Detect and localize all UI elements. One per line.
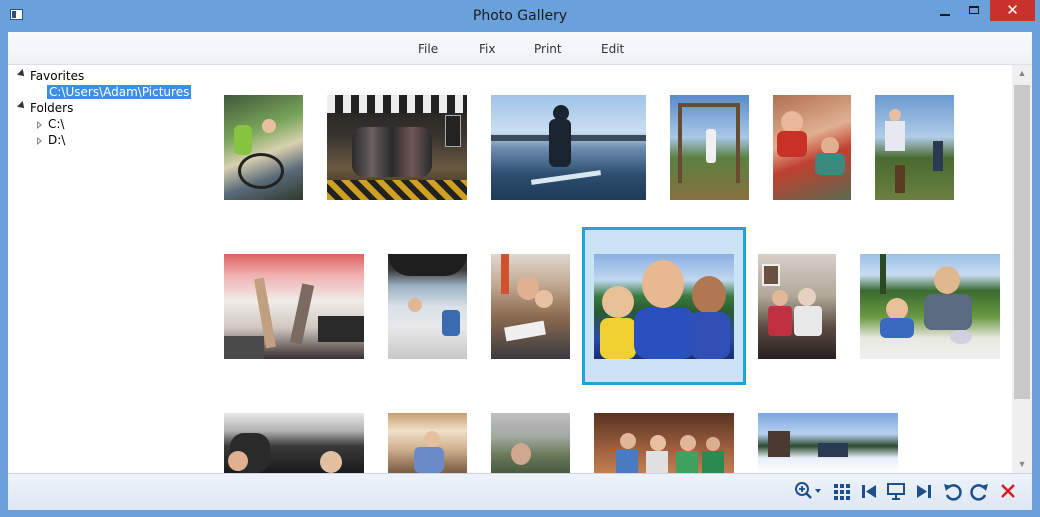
expand-c-drive-icon[interactable] [37, 121, 42, 129]
tree-drive-d[interactable]: D:\ [48, 133, 65, 147]
expand-folders-icon[interactable] [17, 101, 27, 111]
menu-edit[interactable]: Edit [601, 42, 624, 56]
zoom-icon [795, 482, 821, 499]
tree-drive-c[interactable]: C:\ [48, 117, 64, 131]
menu-file[interactable]: File [418, 42, 438, 56]
photo-kids-lined-up[interactable] [594, 413, 734, 473]
photo-man-with-kids-outdoor[interactable] [875, 95, 954, 200]
scroll-thumb[interactable] [1014, 85, 1030, 399]
zoom-button[interactable] [794, 480, 822, 502]
tree-favorite-path: C:\Users\Adam\Pictures [47, 85, 192, 99]
photo-boys-in-car[interactable] [773, 95, 851, 200]
delete-icon [1001, 484, 1015, 498]
rotate-left-icon [944, 484, 962, 501]
menu-print[interactable]: Print [534, 42, 562, 56]
menu-fix[interactable]: Fix [479, 42, 495, 56]
tree-favorite-pictures[interactable]: C:\Users\Adam\Pictures [47, 85, 192, 99]
next-icon [917, 485, 931, 498]
photo-paddleboard-lake[interactable] [491, 95, 646, 200]
main-content: Favorites C:\Users\Adam\Pictures Folders… [8, 65, 1032, 473]
previous-button[interactable] [858, 480, 880, 502]
scroll-up-icon[interactable]: ▲ [1012, 65, 1032, 82]
photo-selfie-boys[interactable] [594, 254, 734, 359]
photo-man-with-child-reading[interactable] [491, 254, 570, 359]
photo-kids-on-bike[interactable] [224, 95, 303, 200]
photo-playground-rings[interactable] [670, 95, 749, 200]
folder-tree: Favorites C:\Users\Adam\Pictures Folders… [8, 65, 208, 473]
menu-bar: File Fix Print Edit [8, 32, 1032, 65]
delete-button[interactable] [997, 480, 1019, 502]
photo-snowy-mountain[interactable] [758, 413, 898, 473]
photo-grid [208, 65, 1012, 473]
next-button[interactable] [913, 480, 935, 502]
slideshow-icon [887, 483, 905, 500]
minimize-button[interactable] [932, 0, 958, 22]
photo-family-elder[interactable] [758, 254, 836, 359]
rotate-right-button[interactable] [969, 480, 991, 502]
vertical-scrollbar[interactable]: ▲ ▼ [1012, 65, 1032, 473]
rotate-left-button[interactable] [941, 480, 963, 502]
photo-dancing-living-room[interactable] [224, 254, 364, 359]
bottom-toolbar [8, 473, 1032, 510]
photo-man-portrait[interactable] [491, 413, 570, 473]
tree-favorites[interactable]: Favorites [30, 69, 84, 83]
photo-birthday-cake[interactable] [860, 254, 1000, 359]
close-button[interactable]: ✕ [990, 0, 1035, 21]
scroll-down-icon[interactable]: ▼ [1012, 456, 1032, 473]
previous-icon [862, 485, 876, 498]
expand-d-drive-icon[interactable] [37, 137, 42, 145]
photo-boat-ride[interactable] [388, 254, 467, 359]
tree-folders[interactable]: Folders [30, 101, 73, 115]
rotate-right-icon [970, 484, 988, 501]
window-title: Photo Gallery [472, 8, 568, 24]
expand-favorites-icon[interactable] [17, 69, 27, 79]
photo-kitchen-man[interactable] [388, 413, 467, 473]
minimize-icon [940, 14, 950, 16]
slideshow-button[interactable] [885, 480, 907, 502]
maximize-button[interactable] [960, 0, 988, 22]
maximize-icon [969, 6, 979, 14]
app-window: Photo Gallery ✕ File Fix Print Edit Favo… [0, 0, 1040, 517]
grid-view-icon [834, 484, 850, 500]
grid-view-button[interactable] [831, 480, 853, 502]
photo-car-backseat[interactable] [224, 413, 364, 473]
title-bar: Photo Gallery ✕ [0, 0, 1040, 32]
photo-group-indoors[interactable] [327, 95, 467, 200]
